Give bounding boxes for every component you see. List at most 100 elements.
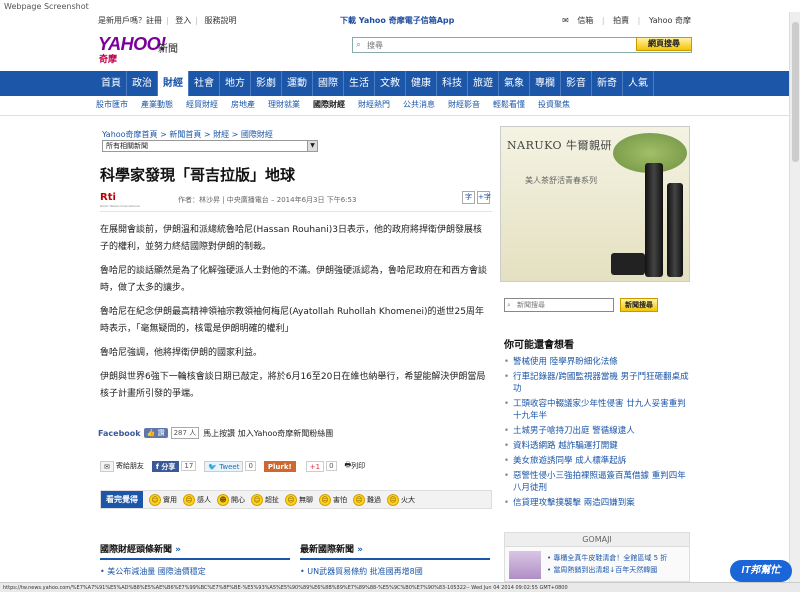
news-search-input[interactable] bbox=[517, 301, 607, 309]
mood-option[interactable]: ☹ 難過 bbox=[353, 493, 381, 506]
nav-tab[interactable]: 旅遊 bbox=[468, 71, 499, 96]
news-search-button[interactable]: 新聞搜尋 bbox=[620, 298, 658, 312]
nav-tab[interactable]: 影劇 bbox=[251, 71, 282, 96]
nav-tab[interactable]: 新奇 bbox=[592, 71, 623, 96]
nav-tab[interactable]: 人氣 bbox=[623, 71, 654, 96]
print-button[interactable]: 🖶 列印 bbox=[345, 461, 366, 472]
list-item[interactable]: • 工頭收容中輟議家少年性侵害 廿九人妥害重判十九年半 bbox=[504, 398, 690, 422]
subnav-item[interactable]: 財經熱門 bbox=[358, 99, 390, 113]
nav-tab[interactable]: 國際 bbox=[313, 71, 344, 96]
news-search-box[interactable]: ⌕ bbox=[504, 298, 614, 312]
subnav-item[interactable]: 輕鬆看懂 bbox=[493, 99, 525, 113]
subnav-item[interactable]: 國際財經 bbox=[313, 99, 345, 113]
mail-link[interactable]: ✉ 信箱 bbox=[562, 16, 593, 25]
facebook-like-row: Facebook 👍 讚 287 人 馬上按讚 加入Yahoo奇摩新聞粉絲團 bbox=[98, 427, 333, 439]
vertical-scrollbar[interactable] bbox=[789, 12, 800, 582]
list-item[interactable]: • 惡警性侵小三強拍裸照逼簽百萬借據 重判四年八月徒刑 bbox=[504, 470, 690, 494]
gomaji-link[interactable]: • 專櫃全真牛皮鞋清倉！全館區域 5 折 bbox=[547, 553, 667, 563]
font-decrease-button[interactable]: 字 bbox=[462, 191, 475, 204]
chevron-down-icon[interactable]: ▼ bbox=[307, 141, 317, 151]
breadcrumb[interactable]: Yahoo奇摩首頁 > 新聞首頁 > 財經 > 國際財經 bbox=[102, 129, 273, 140]
subnav-item[interactable]: 理財就業 bbox=[268, 99, 300, 113]
font-increase-button[interactable]: +字 bbox=[477, 191, 491, 204]
article-paragraph: 魯哈尼的談話顯然是為了化解強硬派人士對他的不滿。伊朗強硬派認為，魯哈尼政府在和西… bbox=[100, 266, 488, 293]
mood-face-icon: ☺ bbox=[149, 493, 161, 506]
mood-option[interactable]: ☺ 超扯 bbox=[251, 493, 279, 506]
mood-label: 超扯 bbox=[265, 495, 279, 504]
google-plus-one-button[interactable]: +1 0 bbox=[305, 460, 337, 472]
nav-tab[interactable]: 地方 bbox=[220, 71, 251, 96]
web-search-input[interactable] bbox=[367, 39, 627, 51]
related-news-select[interactable]: 所有相關新聞 ▼ bbox=[102, 140, 318, 152]
list-item[interactable]: • 資料透網路 越詐騙運打開鍵 bbox=[504, 440, 690, 452]
subnav-item[interactable]: 經貿財經 bbox=[186, 99, 218, 113]
plurk-icon: Plurk! bbox=[263, 460, 296, 472]
gomaji-link[interactable]: • 當周熱銷到出清超↓百年天然韓國 bbox=[547, 565, 657, 575]
bullet-icon: • bbox=[504, 399, 510, 409]
mood-option[interactable]: ☺ 實用 bbox=[149, 493, 177, 506]
tweet-button[interactable]: 🐦 Tweet 0 bbox=[204, 460, 256, 472]
list-item[interactable]: • 土城男子嗆持刀出庭 警循線逮人 bbox=[504, 425, 690, 437]
mood-option[interactable]: ☹ 感人 bbox=[183, 493, 211, 506]
list-item[interactable]: • 美女旅遊誘同學 成人標準起訴 bbox=[504, 455, 690, 467]
nav-tab[interactable]: 影音 bbox=[561, 71, 592, 96]
mood-label: 實用 bbox=[163, 495, 177, 504]
login-link[interactable]: 登入 bbox=[175, 16, 191, 25]
nav-tab[interactable]: 專欄 bbox=[530, 71, 561, 96]
list-item[interactable]: • UN武器貿易條約 批准國再增8國 bbox=[300, 566, 490, 577]
gomaji-header: GOMAJI bbox=[505, 533, 689, 547]
subnav-item[interactable]: 公共消息 bbox=[403, 99, 435, 113]
ithome-watermark-logo: IT邦幫忙 bbox=[730, 560, 792, 582]
mood-option[interactable]: ☹ 火大 bbox=[387, 493, 415, 506]
nav-tab[interactable]: 財經 bbox=[158, 71, 189, 96]
subnav-item[interactable]: 產業動態 bbox=[141, 99, 173, 113]
nav-tab[interactable]: 政治 bbox=[127, 71, 158, 96]
yahoo-home-link[interactable]: Yahoo 奇摩 bbox=[649, 16, 691, 25]
list-item-label: 美女旅遊誘同學 成人標準起訴 bbox=[513, 456, 627, 466]
nav-tab[interactable]: 健康 bbox=[406, 71, 437, 96]
mail-icon: ✉ bbox=[100, 460, 114, 472]
subnav-item[interactable]: 股市匯市 bbox=[96, 99, 128, 113]
list-item[interactable]: • 行車記錄器/跨國監視器當機 男子鬥狂砸翻桌成功 bbox=[504, 371, 690, 395]
top-utility-bar: 是新用戶嗎？註冊 | 登入 | 服務說明 下載 Yahoo 奇摩電子信箱App ✉ … bbox=[98, 15, 691, 26]
nav-tab[interactable]: 氣象 bbox=[499, 71, 530, 96]
latest-world-news-title[interactable]: 最新國際新聞 » bbox=[300, 542, 490, 560]
facebook-like-button[interactable]: 👍 讚 bbox=[143, 428, 168, 438]
product-bottle-image bbox=[667, 183, 683, 277]
facebook-share-button[interactable]: f 分享 17 bbox=[151, 460, 197, 472]
mood-option[interactable]: ☻ 開心 bbox=[217, 493, 245, 506]
ad-tagline: 美人茶舒活青春系列 bbox=[525, 176, 597, 185]
nav-tab[interactable]: 文教 bbox=[375, 71, 406, 96]
search-icon: ⌕ bbox=[507, 301, 511, 309]
subnav-item[interactable]: 財經影音 bbox=[448, 99, 480, 113]
sub-nav: 股市匯市 產業動態 經貿財經 房地產 理財就業 國際財經 財經熱門 公共消息 財經影音 輕鬆看懂投… bbox=[96, 99, 583, 113]
help-link[interactable]: 服務說明 bbox=[205, 16, 237, 25]
scrollbar-thumb[interactable] bbox=[792, 22, 799, 162]
mood-option[interactable]: ☹ 無聊 bbox=[285, 493, 313, 506]
web-search-button[interactable]: 網頁搜尋 bbox=[636, 37, 692, 51]
chevron-right-icon: » bbox=[175, 545, 181, 555]
nav-tab[interactable]: 社會 bbox=[189, 71, 220, 96]
plurk-button[interactable]: Plurk! bbox=[263, 460, 298, 472]
mail-app-promo-link[interactable]: 下載 Yahoo 奇摩電子信箱App bbox=[340, 15, 454, 26]
nav-tab[interactable]: 科技 bbox=[437, 71, 468, 96]
email-friend-button[interactable]: ✉ 寄給朋友 bbox=[100, 460, 144, 472]
bullet-icon: • bbox=[504, 456, 510, 466]
mood-face-icon: ☹ bbox=[285, 493, 297, 506]
nav-tab[interactable]: 生活 bbox=[344, 71, 375, 96]
naruko-ad-banner[interactable]: NARUKO 牛爾親研 美人茶舒活青春系列 bbox=[500, 126, 690, 282]
gomaji-ad[interactable]: GOMAJI • 專櫃全真牛皮鞋清倉！全館區域 5 折 • 當周熱銷到出清超↓百… bbox=[504, 532, 690, 582]
list-item[interactable]: • 美公布減油量 國際油價穩定 bbox=[100, 566, 290, 577]
register-link[interactable]: 是新用戶嗎？註冊 bbox=[98, 16, 162, 25]
auction-link[interactable]: 拍賣 bbox=[613, 16, 629, 25]
list-item[interactable]: • 警械使用 陸學界盼細化法條 bbox=[504, 356, 690, 368]
finance-headlines-title[interactable]: 國際財經頭條新聞 » bbox=[100, 542, 290, 560]
nav-tab[interactable]: 運動 bbox=[282, 71, 313, 96]
subnav-item[interactable]: 投資聚焦 bbox=[538, 99, 570, 113]
nav-tab[interactable]: 首頁 bbox=[96, 71, 127, 96]
list-item[interactable]: • 信貸理攻擊撲襲擊 兩造四嫌到案 bbox=[504, 497, 690, 509]
mood-option[interactable]: ☹ 害怕 bbox=[319, 493, 347, 506]
facebook-fan-page-text: 馬上按讚 加入Yahoo奇摩新聞粉絲團 bbox=[203, 428, 334, 438]
mood-label: 難過 bbox=[367, 495, 381, 504]
subnav-item[interactable]: 房地產 bbox=[231, 99, 255, 113]
